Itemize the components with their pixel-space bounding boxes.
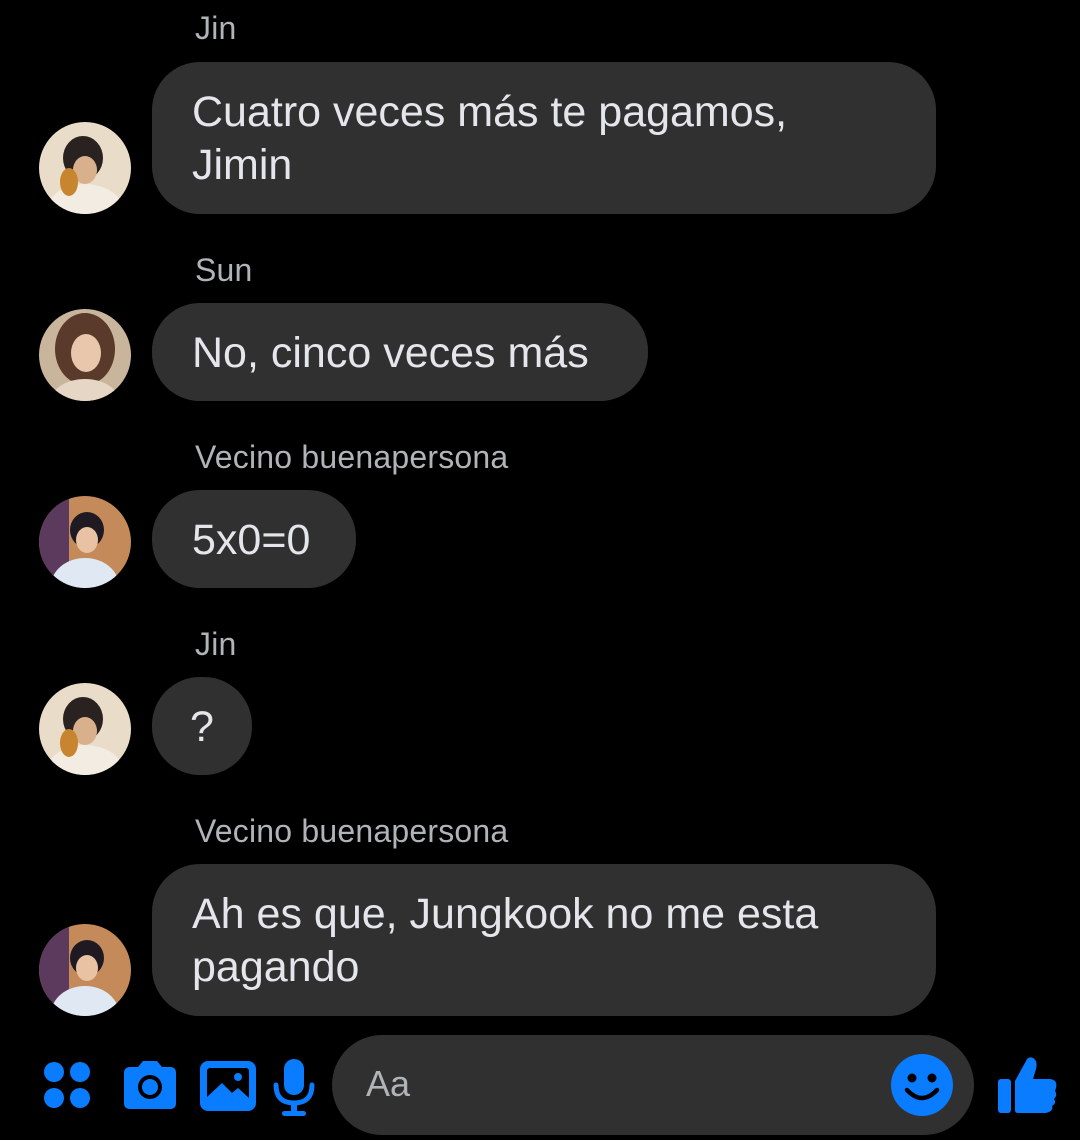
microphone-icon[interactable] <box>262 1055 326 1119</box>
apps-grid-icon[interactable] <box>38 1055 102 1119</box>
message-bubble[interactable]: 5x0=0 <box>152 490 356 588</box>
sender-name: Sun <box>195 252 253 288</box>
camera-icon[interactable] <box>118 1055 182 1119</box>
avatar-sun[interactable] <box>39 309 131 401</box>
avatar-jin[interactable] <box>39 122 131 214</box>
sender-name: Jin <box>195 626 237 662</box>
sender-name: Vecino buenapersona <box>195 439 509 475</box>
message-bubble[interactable]: ? <box>152 677 252 775</box>
sender-name: Vecino buenapersona <box>195 813 509 849</box>
message-bubble[interactable]: Cuatro veces más te pagamos, Jimin <box>152 62 936 214</box>
message-input-placeholder: Aa <box>366 1063 411 1104</box>
composer-bar: Aa <box>0 1035 1080 1135</box>
emoji-icon[interactable] <box>890 1053 954 1117</box>
gallery-icon[interactable] <box>196 1055 260 1119</box>
message-bubble[interactable]: No, cinco veces más <box>152 303 648 401</box>
avatar-vecino[interactable] <box>39 496 131 588</box>
message-input[interactable]: Aa <box>332 1035 974 1135</box>
message-bubble[interactable]: Ah es que, Jungkook no me esta pagando <box>152 864 936 1016</box>
chat-screen: Jin Cuatro veces más te pagamos, Jimin S… <box>0 0 1080 1140</box>
thumbs-up-icon[interactable] <box>996 1053 1060 1117</box>
sender-name: Jin <box>195 10 237 46</box>
avatar-vecino[interactable] <box>39 924 131 1016</box>
avatar-jin[interactable] <box>39 683 131 775</box>
